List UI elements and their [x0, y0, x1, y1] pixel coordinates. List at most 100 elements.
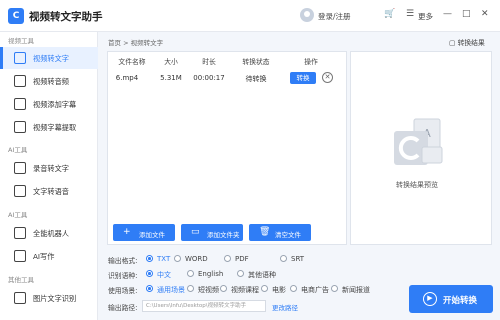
radio-scene-ecommerce[interactable] — [290, 285, 297, 292]
folder-icon: ▢ — [449, 39, 458, 47]
radio-lang-other[interactable] — [237, 270, 244, 277]
tts-icon — [14, 185, 26, 197]
sidebar: 视频工具 视频转文字 视频转音频 视频添加字幕 视频字幕提取 AI工具 录音转文… — [0, 32, 98, 320]
radio-scene-course-label: 视频课程 — [231, 286, 259, 294]
radio-format-pdf-label: PDF — [235, 255, 249, 263]
column-header-filename: 文件名称 — [118, 58, 146, 66]
sidebar-item-robot[interactable]: 全能机器人 — [0, 222, 98, 244]
radio-scene-short-video[interactable] — [187, 285, 194, 292]
breadcrumb: 首页 > 视频转文字 — [108, 39, 164, 47]
change-path-link[interactable]: 更改路径 — [272, 302, 298, 312]
file-status-cell: 待转换 — [245, 75, 267, 83]
conversion-results-link[interactable]: ▢ 转换结果 — [449, 37, 485, 47]
radio-format-txt-label: TXT — [157, 255, 171, 263]
radio-scene-general[interactable] — [146, 285, 153, 292]
sidebar-item-add-subtitle[interactable]: 视频添加字幕 — [0, 93, 98, 115]
maximize-icon[interactable]: □ — [462, 9, 471, 19]
radio-lang-english[interactable] — [187, 270, 194, 277]
add-folder-label: 添加文件夹 — [207, 231, 240, 239]
start-conversion-button[interactable]: ▶ 开始转换 — [409, 285, 493, 313]
avatar[interactable] — [300, 8, 314, 22]
radio-scene-general-label: 通用场景 — [157, 286, 185, 294]
output-path-field[interactable]: C:\Users\lnfu\Desktop\视频转文字助手 — [142, 300, 266, 312]
preview-placeholder-icon: A — [394, 118, 443, 165]
radio-lang-chinese[interactable] — [146, 270, 153, 277]
radio-lang-english-label: English — [198, 270, 224, 278]
sidebar-item-ai-writing[interactable]: AI写作 — [0, 245, 98, 267]
sidebar-section-ai: AI工具 — [8, 146, 28, 154]
output-path-label: 输出路径: — [108, 304, 138, 312]
file-name-cell: 6.mp4 — [115, 74, 139, 82]
sidebar-item-label: 视频转文字 — [33, 54, 69, 63]
app-title: 视频转文字助手 — [29, 11, 103, 23]
login-button[interactable]: 登录/注册 — [318, 11, 351, 22]
scene-label: 使用场景: — [108, 287, 138, 295]
radio-format-word-label: WORD — [185, 255, 208, 263]
app-logo-icon: C — [8, 8, 24, 24]
close-icon[interactable]: ✕ — [481, 9, 489, 19]
radio-scene-news-label: 新闻报道 — [342, 286, 370, 294]
column-header-size: 大小 — [164, 58, 178, 66]
clear-files-button[interactable]: 🗑 清空文件 — [249, 224, 311, 241]
radio-scene-ecommerce-label: 电商广告 — [301, 286, 329, 294]
sidebar-item-video-to-text[interactable]: 视频转文字 — [0, 47, 98, 69]
sidebar-item-ocr[interactable]: 图片文字识别 — [0, 287, 98, 309]
sidebar-item-text-to-speech[interactable]: 文字转语音 — [0, 180, 98, 202]
radio-lang-chinese-label: 中文 — [157, 271, 171, 279]
subtitle-extract-icon — [14, 121, 26, 133]
delete-file-icon[interactable]: ✕ — [322, 72, 333, 83]
radio-lang-other-label: 其他语种 — [248, 271, 276, 279]
radio-format-srt[interactable] — [280, 255, 287, 262]
menu-icon[interactable]: ☰ — [406, 9, 414, 19]
robot-icon — [14, 227, 26, 239]
radio-scene-short-video-label: 短视频 — [198, 286, 219, 294]
sidebar-item-video-to-audio[interactable]: 视频转音频 — [0, 70, 98, 92]
radio-format-txt[interactable] — [146, 255, 153, 262]
video-text-icon — [14, 52, 26, 64]
sidebar-item-label: AI写作 — [33, 252, 55, 261]
column-header-status: 转换状态 — [242, 58, 270, 66]
ocr-icon — [14, 292, 26, 304]
start-conversion-label: 开始转换 — [443, 296, 478, 306]
radio-format-pdf[interactable] — [224, 255, 231, 262]
radio-scene-movie-label: 电影 — [272, 286, 286, 294]
preview-label: 转换结果预览 — [396, 181, 438, 189]
subtitle-add-icon — [14, 98, 26, 110]
column-header-duration: 时长 — [202, 58, 216, 66]
sidebar-item-extract-subtitle[interactable]: 视频字幕提取 — [0, 116, 98, 138]
column-header-action: 操作 — [304, 58, 318, 66]
add-file-label: 添加文件 — [139, 231, 165, 239]
file-size-cell: 5.31M — [160, 74, 182, 82]
play-icon: ▶ — [423, 292, 437, 306]
clear-files-label: 清空文件 — [275, 231, 301, 239]
ai-write-icon — [14, 250, 26, 262]
cart-icon[interactable]: 🛒 — [384, 9, 395, 19]
sidebar-section-video: 视频工具 — [8, 37, 34, 45]
sidebar-item-label: 录音转文字 — [33, 164, 69, 173]
add-folder-button[interactable]: ▭ 添加文件夹 — [181, 224, 243, 241]
radio-format-word[interactable] — [174, 255, 181, 262]
output-format-label: 输出格式: — [108, 257, 138, 265]
radio-scene-course[interactable] — [220, 285, 227, 292]
sidebar-item-label: 文字转语音 — [33, 187, 69, 196]
radio-scene-movie[interactable] — [261, 285, 268, 292]
recording-icon — [14, 162, 26, 174]
trash-icon: 🗑 — [259, 227, 271, 237]
sidebar-item-recording-to-text[interactable]: 录音转文字 — [0, 157, 98, 179]
conversion-results-label: 转换结果 — [457, 39, 485, 47]
title-bar: C 视频转文字助手 登录/注册 🛒 ☰ 更多 — □ ✕ — [0, 0, 500, 32]
sidebar-item-label: 视频转音频 — [33, 77, 69, 86]
plus-icon: + — [123, 227, 131, 237]
radio-format-srt-label: SRT — [291, 255, 305, 263]
sidebar-section-other: 其他工具 — [8, 276, 34, 284]
language-label: 识别语种: — [108, 272, 138, 280]
more-menu[interactable]: 更多 — [418, 11, 433, 22]
file-duration-cell: 00:00:17 — [193, 74, 225, 82]
add-file-button[interactable]: + 添加文件 — [113, 224, 175, 241]
radio-scene-news[interactable] — [331, 285, 338, 292]
sidebar-item-label: 视频字幕提取 — [33, 123, 77, 132]
convert-file-button[interactable]: 转换 — [290, 72, 316, 84]
minimize-icon[interactable]: — — [443, 9, 452, 19]
sidebar-item-label: 全能机器人 — [33, 229, 69, 238]
sidebar-section-ai-2: AI工具 — [8, 211, 28, 219]
